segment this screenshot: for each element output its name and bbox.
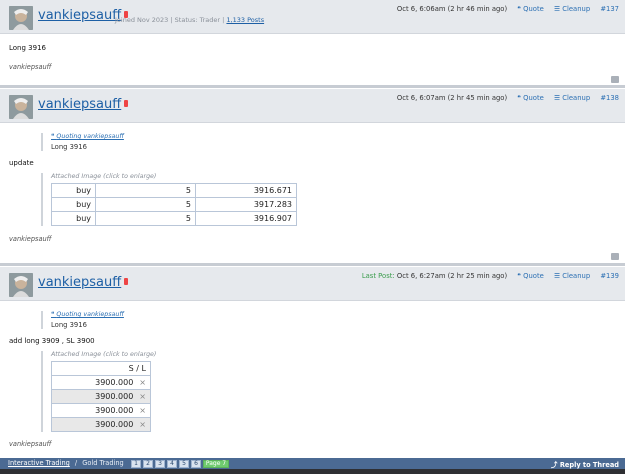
quote-block: ❝ Quoting vankiepsauff Long 3916 [41, 133, 616, 151]
table-row: 3900.000 × [51, 417, 151, 432]
quoting-link[interactable]: ❝ Quoting vankiepsauff [51, 311, 616, 318]
post-number-link[interactable]: #137 [600, 5, 619, 13]
post-info: Last Post: Oct 6, 6:27am (2 hr 25 min ag… [362, 272, 619, 280]
joined-date: Joined Nov 2023 [115, 16, 169, 24]
post-number-link[interactable]: #139 [600, 272, 619, 280]
post-138: vankiepsauff Oct 6, 6:07am (2 hr 45 min … [0, 89, 625, 266]
current-page: Page 7 [203, 460, 229, 468]
page-6-button[interactable]: 6 [191, 460, 201, 468]
quoted-text: Long 3916 [51, 321, 87, 329]
flag-icon [124, 278, 129, 285]
quote-button[interactable]: ❝ Quote [517, 94, 544, 102]
table-cell: 5 [95, 211, 196, 226]
cleanup-button[interactable]: ☰ Cleanup [554, 272, 590, 280]
sl-value: 3900.000 [95, 392, 134, 401]
user-status: Status: Trader [174, 16, 221, 24]
table-cell: 5 [95, 183, 196, 198]
post-count-link[interactable]: 1,133 Posts [226, 16, 264, 24]
page-4-button[interactable]: 4 [167, 460, 177, 468]
post-timestamp: Oct 6, 6:07am (2 hr 45 min ago) [396, 94, 508, 102]
table-cell: buy [51, 211, 96, 226]
table-row: S / L [51, 361, 151, 376]
close-icon: × [139, 406, 146, 415]
window-strip [0, 469, 625, 474]
page-5-button[interactable]: 5 [179, 460, 189, 468]
close-icon: × [139, 420, 146, 429]
breadcrumb-separator: / [74, 459, 78, 467]
sl-table: S / L 3900.000 × 3900.000 × 3900.000 × 3900… [51, 361, 151, 432]
breadcrumb-interactive-trading[interactable]: Interactive Trading [8, 459, 70, 467]
attached-image[interactable]: Attached Image (click to enlarge) S / L … [41, 351, 616, 432]
post-header: vankiepsauff Last Post: Oct 6, 6:27am (2… [0, 267, 625, 301]
sl-value: 3900.000 [95, 378, 134, 387]
table-cell: 5 [95, 197, 196, 212]
table-cell: 3916.671 [195, 183, 297, 198]
quoting-link[interactable]: ❝ Quoting vankiepsauff [51, 133, 616, 140]
table-row: 3900.000 × [51, 389, 151, 404]
sl-value: 3900.000 [95, 420, 134, 429]
username-link[interactable]: vankiepsauff [38, 275, 129, 290]
post-number-link[interactable]: #138 [600, 94, 619, 102]
post-content: update [9, 159, 34, 167]
like-icon[interactable] [611, 76, 619, 83]
attached-image-crop: buy 5 3916.671 buy 5 3917.283 buy 5 3916… [51, 180, 301, 226]
quote-block: ❝ Quoting vankiepsauff Long 3916 [41, 311, 616, 329]
sl-header: S / L [51, 361, 151, 376]
breadcrumb: Interactive Trading / Gold Trading [8, 459, 124, 467]
table-cell: buy [51, 183, 96, 198]
post-info: Oct 6, 6:06am (2 hr 46 min ago) ❝ Quote … [397, 5, 619, 13]
attached-image-label: Attached Image (click to enlarge) [51, 173, 157, 180]
post-header: vankiepsauff Joined Nov 2023 | Status: T… [0, 0, 625, 34]
flag-icon [124, 100, 129, 107]
table-cell: 3916.907 [195, 211, 297, 226]
avatar[interactable] [9, 273, 33, 297]
last-post-label: Last Post: [361, 272, 395, 280]
page-2-button[interactable]: 2 [143, 460, 153, 468]
reply-to-thread-button[interactable]: ⤴ Reply to Thread [551, 459, 619, 469]
quote-button[interactable]: ❝ Quote [517, 272, 544, 280]
close-icon: × [139, 392, 146, 401]
table-cell: 3917.283 [195, 197, 297, 212]
post-137: vankiepsauff Joined Nov 2023 | Status: T… [0, 0, 625, 88]
attached-image[interactable]: Attached Image (click to enlarge) buy 5 … [41, 173, 616, 226]
thread-page: vankiepsauff Joined Nov 2023 | Status: T… [0, 0, 625, 474]
cleanup-button[interactable]: ☰ Cleanup [554, 5, 590, 13]
signature: vankiepsauff [9, 440, 52, 448]
like-icon[interactable] [611, 253, 619, 260]
table-row: 3900.000 × [51, 375, 151, 390]
post-header: vankiepsauff Oct 6, 6:07am (2 hr 45 min … [0, 89, 625, 123]
table-row: buy 5 3916.671 [51, 183, 297, 198]
post-content: Long 3916 [9, 44, 46, 52]
table-cell: buy [51, 197, 96, 212]
cleanup-button[interactable]: ☰ Cleanup [554, 94, 590, 102]
post-content: add long 3909 , SL 3900 [9, 337, 95, 345]
attached-image-label: Attached Image (click to enlarge) [51, 351, 157, 358]
close-icon: × [139, 378, 146, 387]
pagination: 1 2 3 4 5 6 Page 7 [131, 459, 231, 468]
quoted-text: Long 3916 [51, 143, 87, 151]
table-row: buy 5 3917.283 [51, 197, 297, 212]
post-timestamp: Oct 6, 6:27am (2 hr 25 min ago) [396, 272, 508, 280]
thread-footer-bar: Interactive Trading / Gold Trading 12345… [0, 458, 625, 469]
trade-table: buy 5 3916.671 buy 5 3917.283 buy 5 3916… [51, 183, 297, 226]
breadcrumb-gold-trading[interactable]: Gold Trading [82, 459, 123, 467]
signature: vankiepsauff [9, 235, 52, 243]
signature: vankiepsauff [9, 63, 52, 71]
quote-button[interactable]: ❝ Quote [517, 5, 544, 13]
user-meta: Joined Nov 2023 | Status: Trader | 1,133… [115, 16, 265, 24]
avatar[interactable] [9, 95, 33, 119]
table-row: buy 5 3916.907 [51, 211, 297, 226]
page-3-button[interactable]: 3 [155, 460, 165, 468]
table-row: 3900.000 × [51, 403, 151, 418]
page-1-button[interactable]: 1 [131, 460, 141, 468]
post-info: Oct 6, 6:07am (2 hr 45 min ago) ❝ Quote … [397, 94, 619, 102]
sl-value: 3900.000 [95, 406, 134, 415]
username-link[interactable]: vankiepsauff [38, 97, 129, 112]
post-139: vankiepsauff Last Post: Oct 6, 6:27am (2… [0, 267, 625, 457]
post-timestamp: Oct 6, 6:06am (2 hr 46 min ago) [396, 5, 508, 13]
reply-icon: ⤴ [550, 461, 560, 469]
avatar[interactable] [9, 6, 33, 30]
